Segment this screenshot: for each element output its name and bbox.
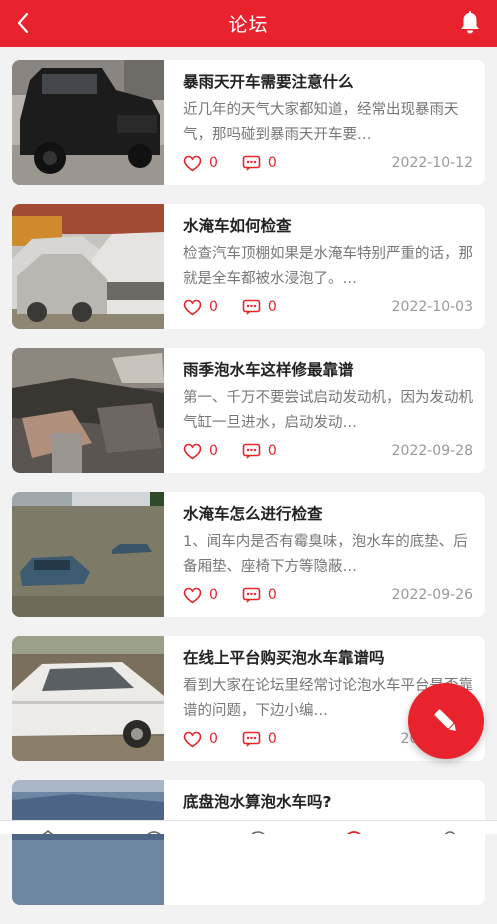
back-button[interactable] bbox=[10, 9, 36, 37]
comment-count: 0 bbox=[267, 443, 277, 459]
bell-icon bbox=[461, 11, 479, 34]
like-count: 0 bbox=[209, 731, 218, 747]
post-card[interactable]: 暴雨天开车需要注意什么 近几年的天气大家都知道，经常出现暴雨天气，那吗碰到暴雨天… bbox=[12, 60, 485, 185]
like-count: 0 bbox=[209, 299, 218, 315]
post-thumbnail bbox=[12, 636, 164, 761]
like-count: 0 bbox=[209, 155, 218, 171]
post-thumbnail bbox=[12, 780, 164, 905]
like-count: 0 bbox=[209, 587, 218, 603]
comment-count: 0 bbox=[267, 731, 277, 747]
comment-icon bbox=[242, 587, 261, 603]
post-excerpt: 第一、千万不要尝试启动发动机，因为发动机气缸一旦进水，启动发动… bbox=[183, 390, 473, 431]
comment-icon bbox=[242, 731, 261, 747]
post-date: 2022-10-12 bbox=[391, 155, 473, 171]
top-bar: 论坛 bbox=[0, 0, 497, 47]
notification-button[interactable] bbox=[457, 10, 483, 36]
post-thumbnail bbox=[12, 204, 164, 329]
damaged-interior-photo bbox=[12, 348, 164, 473]
comment-button[interactable]: 0 bbox=[242, 443, 277, 460]
post-title: 水淹车如何检查 bbox=[183, 217, 292, 235]
post-list: 暴雨天开车需要注意什么 近几年的天气大家都知道，经常出现暴雨天气，那吗碰到暴雨天… bbox=[12, 60, 485, 924]
post-card[interactable]: 水淹车如何检查 检查汽车顶棚如果是水淹车特别严重的话，那就是全车都被水浸泡了。…… bbox=[12, 204, 485, 329]
post-title: 底盘泡水算泡水车吗? bbox=[183, 793, 332, 811]
comment-count: 0 bbox=[267, 587, 277, 603]
black-suv-photo bbox=[12, 60, 164, 185]
heart-icon bbox=[183, 155, 202, 171]
like-count: 0 bbox=[209, 443, 218, 459]
comment-button[interactable]: 0 bbox=[242, 299, 277, 316]
post-title: 在线上平台购买泡水车靠谱吗 bbox=[183, 649, 385, 667]
heart-icon bbox=[183, 299, 202, 315]
comment-button[interactable]: 0 bbox=[242, 587, 277, 604]
like-button[interactable]: 0 bbox=[183, 587, 218, 604]
heart-icon bbox=[183, 731, 202, 747]
comment-icon bbox=[242, 155, 261, 171]
muddy-cars-photo bbox=[12, 204, 164, 329]
heart-icon bbox=[183, 443, 202, 459]
post-title: 水淹车怎么进行检查 bbox=[183, 505, 323, 523]
chevron-left-icon bbox=[17, 12, 29, 34]
pencil-icon bbox=[434, 709, 456, 731]
like-button[interactable]: 0 bbox=[183, 731, 218, 748]
comment-count: 0 bbox=[267, 155, 277, 171]
post-meta: 0 0 2022-10-12 bbox=[183, 153, 473, 173]
bottom-nav bbox=[0, 820, 497, 834]
post-excerpt: 近几年的天气大家都知道，经常出现暴雨天气，那吗碰到暴雨天开车要… bbox=[183, 102, 459, 143]
like-button[interactable]: 0 bbox=[183, 443, 218, 460]
post-date: 2022-09-28 bbox=[391, 443, 473, 459]
comment-icon bbox=[242, 299, 261, 315]
comment-button[interactable]: 0 bbox=[242, 155, 277, 172]
post-card[interactable]: 底盘泡水算泡水车吗? bbox=[12, 780, 485, 905]
post-meta: 0 0 2022-09-26 bbox=[183, 585, 473, 605]
comment-count: 0 bbox=[267, 299, 277, 315]
flooded-street-photo bbox=[12, 492, 164, 617]
post-thumbnail bbox=[12, 492, 164, 617]
post-excerpt: 1、闻车内是否有霉臭味，泡水车的底垫、后备厢垫、座椅下方等隐蔽… bbox=[183, 534, 468, 575]
compose-post-button[interactable] bbox=[408, 683, 484, 759]
car-underbody-photo bbox=[12, 780, 164, 905]
post-title: 暴雨天开车需要注意什么 bbox=[183, 73, 354, 91]
post-card[interactable]: 水淹车怎么进行检查 1、闻车内是否有霉臭味，泡水车的底垫、后备厢垫、座椅下方等隐… bbox=[12, 492, 485, 617]
like-button[interactable]: 0 bbox=[183, 155, 218, 172]
post-title: 雨季泡水车这样修最靠谱 bbox=[183, 361, 354, 379]
post-excerpt: 检查汽车顶棚如果是水淹车特别严重的话，那就是全车都被水浸泡了。… bbox=[183, 246, 473, 287]
post-card[interactable]: 雨季泡水车这样修最靠谱 第一、千万不要尝试启动发动机，因为发动机气缸一旦进水，启… bbox=[12, 348, 485, 473]
like-button[interactable]: 0 bbox=[183, 299, 218, 316]
comment-button[interactable]: 0 bbox=[242, 731, 277, 748]
page-title: 论坛 bbox=[228, 14, 269, 36]
post-date: 2022-10-03 bbox=[391, 299, 473, 315]
white-car-flood-photo bbox=[12, 636, 164, 761]
post-meta: 0 0 2022-09-28 bbox=[183, 441, 473, 461]
post-date: 2022-09-26 bbox=[391, 587, 473, 603]
comment-icon bbox=[242, 443, 261, 459]
post-meta: 0 0 2022-10-03 bbox=[183, 297, 473, 317]
heart-icon bbox=[183, 587, 202, 603]
post-thumbnail bbox=[12, 60, 164, 185]
post-thumbnail bbox=[12, 348, 164, 473]
